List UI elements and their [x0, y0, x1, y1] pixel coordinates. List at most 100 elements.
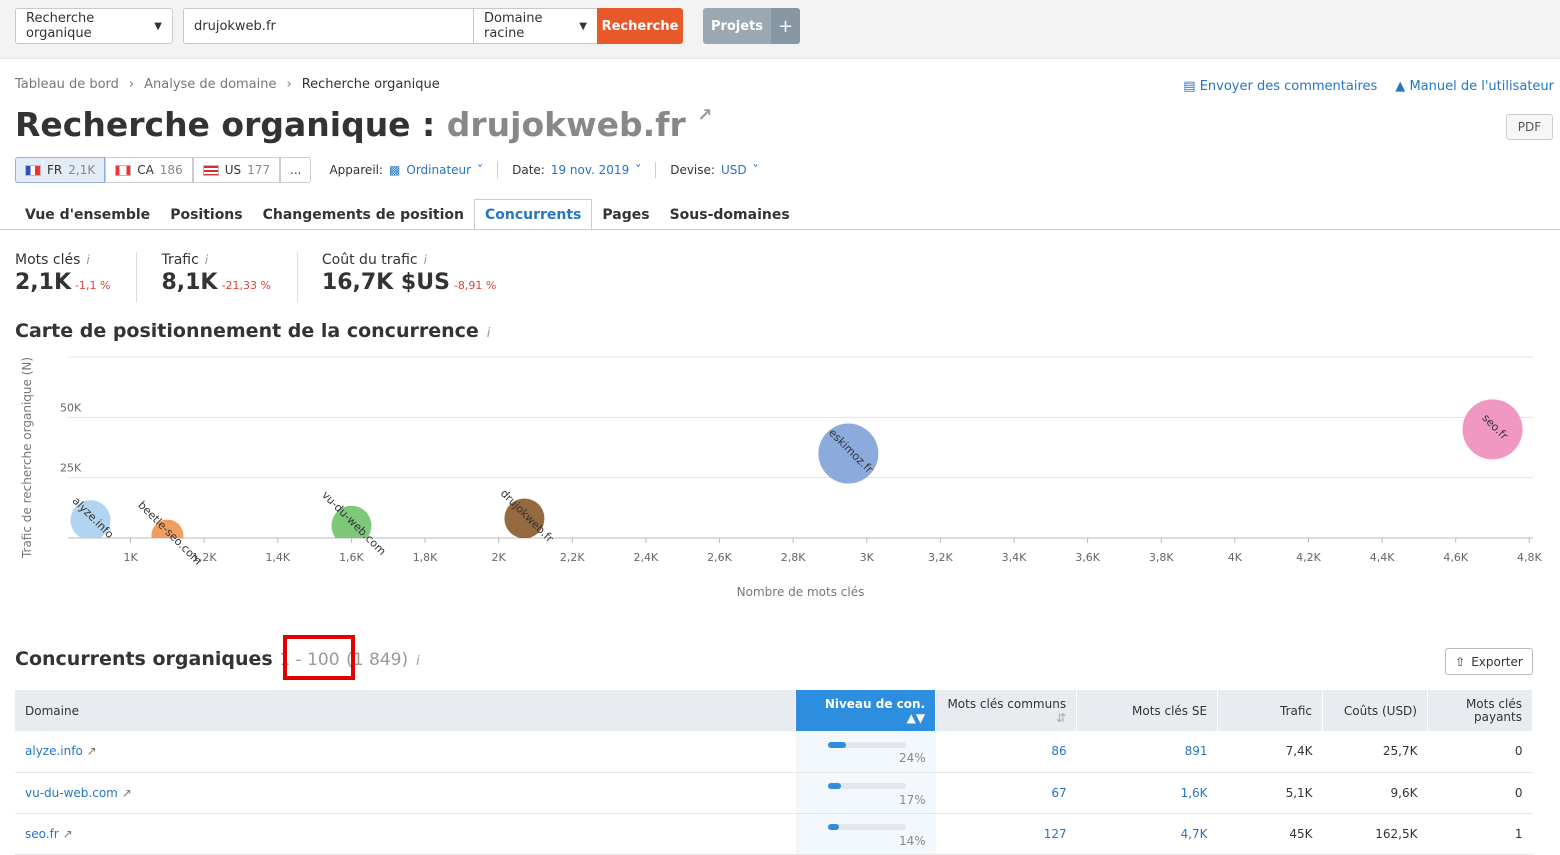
- currency-select[interactable]: USD: [721, 163, 747, 177]
- device-select[interactable]: Ordinateur: [406, 163, 471, 177]
- db-fr[interactable]: FR 2,1K: [15, 157, 106, 183]
- metric-delta: -8,91 %: [453, 279, 497, 292]
- more-databases-button[interactable]: ...: [280, 157, 312, 183]
- se-keywords-link[interactable]: 4,7K: [1181, 827, 1208, 841]
- db-us[interactable]: US 177: [192, 157, 281, 183]
- table-row: vu-du-web.com ↗ 17% 67 1,6K 5,1K 9,6K 0: [15, 772, 1533, 814]
- info-icon[interactable]: i: [416, 654, 420, 669]
- chevron-down-icon: ▼: [154, 20, 162, 32]
- external-link-icon[interactable]: ↗: [87, 744, 97, 758]
- x-tick-label: 2,6K: [707, 551, 732, 564]
- title-domain[interactable]: drujokweb.fr: [447, 105, 686, 144]
- metric-label: Coût du trafic: [321, 252, 418, 268]
- competition-level-bar: [827, 741, 906, 748]
- db-count: 2,1K: [68, 163, 96, 177]
- info-icon[interactable]: i: [487, 326, 491, 341]
- chevron-down-icon: ˅: [635, 163, 642, 177]
- upload-icon: ⇧: [1455, 654, 1466, 669]
- domain-link[interactable]: seo.fr: [25, 827, 59, 841]
- feedback-link[interactable]: ▤ Envoyer des commentaires: [1183, 79, 1377, 94]
- competition-level-value: 24%: [898, 751, 926, 766]
- pdf-button[interactable]: PDF: [1506, 114, 1553, 140]
- db-code: US: [224, 163, 242, 177]
- search-button[interactable]: Recherche: [597, 8, 683, 44]
- column-header-paid-keywords[interactable]: Mots clés payants: [1427, 690, 1534, 731]
- page-title: Recherche organique : drujokweb.fr ↗: [15, 105, 712, 144]
- date-select[interactable]: 19 nov. 2019: [551, 163, 629, 177]
- metric-traffic-cost: Coût du trafic i 16,7K $US -8,91 %: [322, 252, 522, 302]
- title-prefix: Recherche organique :: [15, 105, 436, 144]
- metric-label: Trafic: [161, 252, 199, 268]
- y-tick-label: 50K: [60, 401, 82, 414]
- x-tick-label: 1,4K: [265, 551, 290, 564]
- info-icon[interactable]: i: [86, 253, 89, 267]
- comment-icon: ▤: [1183, 79, 1200, 94]
- competition-level-fill: [827, 783, 841, 789]
- graduation-cap-icon: ▲: [1395, 79, 1410, 94]
- info-icon[interactable]: i: [205, 253, 208, 267]
- domain-cell: vu-du-web.com ↗: [15, 772, 796, 814]
- column-header-common-keywords[interactable]: Mots clés communs ⇵: [935, 690, 1078, 731]
- se-keywords-cell: 891: [1076, 731, 1218, 773]
- db-ca[interactable]: CA 186: [105, 157, 193, 183]
- column-label: Mots clés communs: [947, 696, 1067, 711]
- column-header-competition-level[interactable]: Niveau de con. ▲▼: [795, 690, 937, 731]
- tab-position-changes[interactable]: Changements de position: [253, 199, 474, 230]
- external-link-icon[interactable]: ↗: [63, 827, 73, 841]
- tab-pages[interactable]: Pages: [592, 199, 659, 230]
- competitors-title-text: Concurrents organiques: [15, 648, 273, 670]
- scope-select[interactable]: Domaine racine ▼: [473, 8, 598, 44]
- manual-link[interactable]: ▲ Manuel de l'utilisateur: [1395, 79, 1554, 94]
- x-tick-label: 3K: [860, 551, 875, 564]
- db-count: 177: [247, 163, 271, 177]
- date-label: Date:: [512, 163, 545, 177]
- common-keywords-link[interactable]: 127: [1044, 827, 1067, 841]
- info-icon[interactable]: i: [424, 253, 427, 267]
- x-tick-label: 4,2K: [1296, 551, 1321, 564]
- domain-link[interactable]: vu-du-web.com: [25, 786, 118, 800]
- export-button[interactable]: ⇧ Exporter: [1445, 648, 1533, 675]
- report-type-select[interactable]: Recherche organique ▼: [15, 8, 173, 44]
- column-header-costs[interactable]: Coûts (USD): [1322, 690, 1428, 731]
- external-link-icon[interactable]: ↗: [122, 786, 132, 800]
- export-label: Exporter: [1471, 654, 1523, 669]
- se-keywords-link[interactable]: 891: [1185, 744, 1208, 758]
- domain-link[interactable]: alyze.info: [25, 744, 83, 758]
- column-header-domain[interactable]: Domaine: [15, 690, 797, 731]
- se-keywords-link[interactable]: 1,6K: [1181, 786, 1208, 800]
- competition-level-fill: [827, 824, 839, 830]
- tab-subdomains[interactable]: Sous-domaines: [660, 199, 800, 230]
- tab-competitors[interactable]: Concurrents: [473, 199, 593, 230]
- metric-delta: -21,33 %: [221, 279, 271, 292]
- common-keywords-link[interactable]: 86: [1051, 744, 1066, 758]
- x-tick-label: 1,6K: [339, 551, 364, 564]
- column-header-se-keywords[interactable]: Mots clés SE: [1076, 690, 1219, 731]
- cost-cell: 9,6K: [1322, 772, 1428, 814]
- external-link-icon[interactable]: ↗: [697, 105, 712, 126]
- data-point-label: vu-du-web.com: [319, 489, 388, 558]
- column-label: Niveau de con.: [824, 696, 926, 711]
- projects-button[interactable]: Projets: [703, 8, 771, 44]
- tab-positions[interactable]: Positions: [160, 199, 252, 230]
- x-tick-label: 1K: [123, 551, 138, 564]
- domain-input[interactable]: drujokweb.fr: [183, 8, 474, 44]
- competition-level-bar: [827, 824, 906, 830]
- x-tick-label: 3,6K: [1075, 551, 1100, 564]
- breadcrumb-item-current: Recherche organique: [301, 77, 440, 92]
- tab-overview[interactable]: Vue d'ensemble: [15, 199, 160, 230]
- common-keywords-link[interactable]: 67: [1051, 786, 1066, 800]
- breadcrumb-item-dashboard[interactable]: Tableau de bord: [15, 77, 119, 92]
- add-project-button[interactable]: +: [771, 8, 800, 44]
- paid-keywords-cell: 0: [1427, 731, 1533, 773]
- se-keywords-cell: 1,6K: [1076, 772, 1218, 814]
- y-axis-label: Trafic de recherche organique (N): [20, 357, 34, 559]
- sort-icon: ⇵: [1056, 710, 1067, 725]
- chevron-right-icon: ›: [286, 77, 292, 92]
- table-header-row: Domaine Niveau de con. ▲▼ Mots clés comm…: [15, 690, 1534, 731]
- column-header-traffic[interactable]: Trafic: [1217, 690, 1324, 731]
- breadcrumb-item-domain-analysis[interactable]: Analyse de domaine: [144, 77, 276, 92]
- chevron-down-icon: ▼: [579, 20, 587, 32]
- cost-cell: 25,7K: [1322, 731, 1428, 773]
- feedback-label: Envoyer des commentaires: [1199, 79, 1378, 94]
- chevron-down-icon: ˅: [477, 163, 484, 177]
